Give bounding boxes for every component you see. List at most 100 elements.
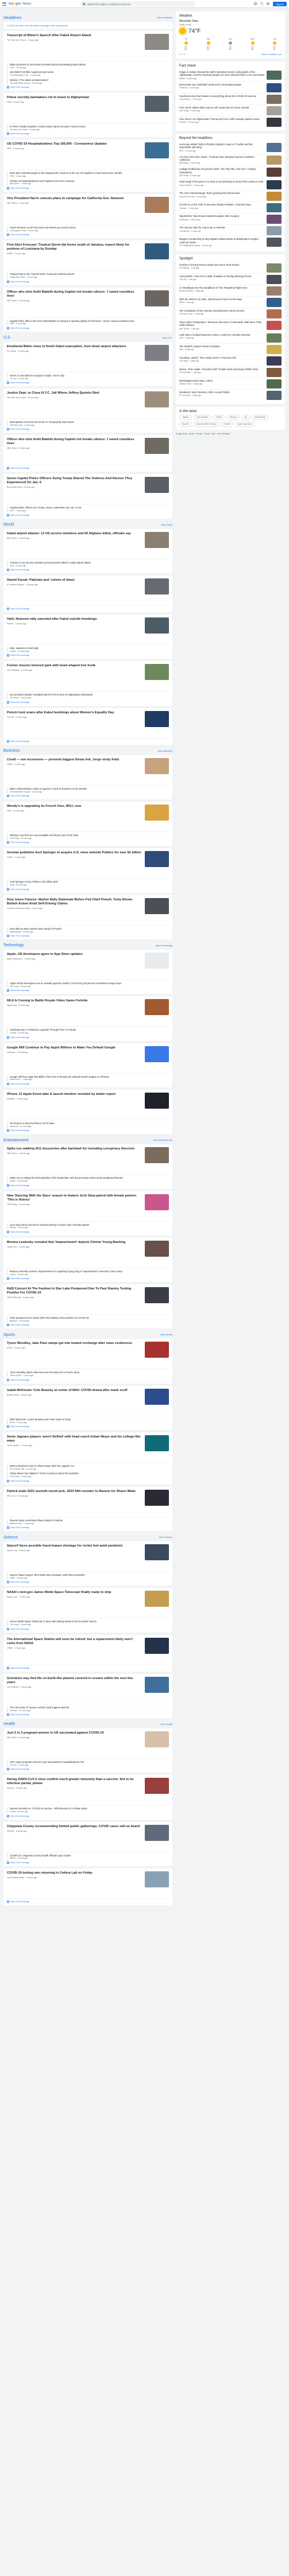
full-coverage-link[interactable]: View Full Coverage — [7, 1277, 169, 1280]
story-thumbnail[interactable] — [145, 710, 169, 727]
fact-check-item[interactable]: Facebook viral chart leads to wrong thin… — [179, 94, 282, 105]
related-story[interactable]: COVID-19 hospitalizations reach highest … — [7, 179, 169, 186]
related-story[interactable]: At least 13 US service members among doz… — [7, 561, 169, 568]
full-coverage-link[interactable]: View Full Coverage — [7, 888, 169, 891]
story-thumbnail[interactable] — [145, 664, 169, 681]
beyond-headlines-item[interactable]: 'Big Brother' Star Shares Medical Update… — [179, 213, 282, 226]
spotlight-item-thumbnail[interactable] — [267, 286, 282, 296]
topic-chip[interactable]: Apple App Store — [235, 421, 255, 427]
section-title[interactable]: Technology — [3, 943, 24, 947]
topic-chip[interactable]: Axel Springer — [194, 414, 211, 420]
story-thumbnail[interactable] — [145, 290, 169, 306]
full-coverage-link[interactable]: View Full Coverage — [7, 934, 169, 937]
story-thumbnail[interactable] — [145, 344, 169, 361]
full-coverage-link[interactable]: View Full Coverage — [7, 133, 169, 135]
related-story[interactable]: Metropolitan Correctional Center To 'Tem… — [7, 421, 169, 428]
full-coverage-link[interactable]: View Full Coverage — [7, 569, 169, 572]
story-thumbnail[interactable] — [145, 757, 169, 774]
fact-check-title[interactable]: Fact check — [179, 64, 282, 68]
beyond-headlines-item-thumbnail[interactable] — [267, 180, 282, 190]
beyond-headlines-item-thumbnail[interactable] — [267, 192, 282, 201]
story-thumbnail[interactable] — [145, 391, 169, 408]
beyond-headlines-item-thumbnail[interactable] — [267, 155, 282, 165]
full-coverage-link[interactable]: View Full Coverage — [7, 86, 169, 88]
story-thumbnail[interactable] — [145, 1637, 169, 1654]
spotlight-item-thumbnail[interactable] — [267, 275, 282, 285]
related-story[interactable]: Gavin Newsom recall: Key facts and stori… — [7, 226, 169, 233]
weather-location[interactable]: Mountain View — [179, 20, 198, 23]
full-coverage-link[interactable]: View Full Coverage — [7, 701, 169, 704]
beyond-headlines-item[interactable]: The new 'Gamechanger' that's growing the… — [179, 191, 282, 203]
fact-check-item-thumbnail[interactable] — [267, 83, 282, 92]
full-coverage-link[interactable]: View Full Coverage — [7, 1129, 169, 1132]
topic-chip[interactable]: Jaguars — [179, 414, 192, 420]
beyond-headlines-item-thumbnail[interactable] — [267, 168, 282, 177]
related-story[interactable]: Google Will Pay Apple $15 Billion This Y… — [7, 1075, 169, 1082]
related-story[interactable]: Wendy's new fries are now available and … — [7, 834, 169, 841]
full-coverage-link[interactable]: View Full Coverage — [7, 1378, 169, 1381]
story-thumbnail[interactable] — [145, 1147, 169, 1164]
beyond-headlines-item[interactable]: 1-9 new York City's Oasis - Protests hav… — [179, 154, 282, 167]
story-thumbnail[interactable] — [145, 477, 169, 494]
spotlight-item-thumbnail[interactable] — [267, 356, 282, 366]
related-story[interactable]: Biden promises to hunt down terrorists b… — [7, 63, 169, 70]
related-story[interactable]: Capitol Police officer who shot Ashli Ba… — [7, 319, 169, 326]
fact-check-item[interactable]: Democrats say 'Unlimited' protects for v… — [179, 82, 282, 94]
beyond-headlines-item[interactable]: Hurricane Idalia? Why is Florida Virgini… — [179, 142, 282, 154]
story-thumbnail[interactable] — [145, 805, 169, 821]
footer-links[interactable]: Google News · About · Privacy · Terms · … — [176, 433, 285, 436]
full-coverage-link[interactable]: View Full Coverage — [7, 1184, 169, 1187]
full-coverage-link[interactable]: View Full Coverage — [7, 795, 169, 797]
spotlight-title[interactable]: Spotlight — [179, 257, 282, 261]
related-story[interactable]: The new class of 'hycean' worlds could s… — [7, 1705, 169, 1712]
full-coverage-link[interactable]: View Full Coverage — [7, 1768, 169, 1771]
story-thumbnail[interactable] — [145, 1489, 169, 1506]
related-story[interactable]: Tropical Storm Ida: Tropical storm, hurr… — [7, 273, 169, 279]
section-title[interactable]: Science — [3, 1536, 18, 1540]
sign-in-button[interactable]: Sign in — [273, 2, 287, 6]
related-story[interactable]: ISIS-K is now Biden's scourge in Kabul. … — [7, 374, 169, 381]
spotlight-item-thumbnail[interactable] — [267, 379, 282, 388]
beyond-headlines-title[interactable]: Beyond the headlines — [179, 137, 282, 140]
story-thumbnail[interactable] — [145, 1591, 169, 1607]
full-coverage-link[interactable]: View Full Coverage — [7, 514, 169, 516]
full-coverage-link[interactable]: View Full Coverage — [7, 327, 169, 329]
spotlight-item-thumbnail[interactable] — [267, 321, 282, 331]
full-coverage-link[interactable]: View Full Coverage — [7, 1666, 169, 1669]
google-news-logo[interactable]: Google News — [9, 2, 31, 6]
gear-icon[interactable] — [260, 2, 263, 5]
fact-check-item-thumbnail[interactable] — [267, 94, 282, 104]
section-more-link[interactable]: More Technology — [156, 945, 172, 947]
story-thumbnail[interactable] — [145, 1824, 169, 1841]
topic-chip[interactable]: Dancing With the Stars — [193, 421, 219, 427]
full-coverage-link[interactable]: View Full Coverage — [7, 428, 169, 431]
beyond-headlines-item-thumbnail[interactable] — [267, 238, 282, 247]
full-coverage-link[interactable]: View Full Coverage — [7, 1082, 169, 1085]
spotlight-item[interactable]: 17 Weddings Into The Deadlines Of The Pa… — [179, 285, 282, 297]
spotlight-item[interactable]: Mississippi's Best Way: Cotton Garden & G… — [179, 378, 282, 390]
section-more-link[interactable]: More Entertainment — [153, 1139, 172, 1141]
full-coverage-link[interactable]: View Full Coverage — [7, 1425, 169, 1428]
spotlight-item[interactable]: With the Wind in Its Sails, Sail Drones … — [179, 297, 282, 309]
fact-check-item[interactable]: Fact check: Biden didn't say he will 'cr… — [179, 105, 282, 116]
spotlight-item-thumbnail[interactable] — [267, 390, 282, 400]
spotlight-item[interactable]: Rendered: San Francisco, 8th in Local Po… — [179, 390, 282, 401]
section-title[interactable]: Sports — [3, 1333, 15, 1337]
related-story[interactable]: JoJo Siwa will be the first in Dancing h… — [7, 1223, 169, 1230]
story-thumbnail[interactable] — [145, 438, 169, 454]
related-story[interactable]: Apple will let developers use an outside… — [7, 981, 169, 989]
full-coverage-link[interactable]: View Full Coverage — [7, 1479, 169, 1482]
related-story[interactable]: Celebrate MLA's 'Pokémon Legends' Throug… — [7, 1028, 169, 1035]
section-title[interactable]: U.S. — [3, 336, 11, 340]
section-title[interactable]: Headlines — [3, 16, 21, 20]
spotlight-item-thumbnail[interactable] — [267, 333, 282, 343]
related-story[interactable]: Tyron Woodley slams Jake Paul over knock… — [7, 1371, 169, 1378]
section-more-link[interactable]: More Health — [160, 1723, 172, 1726]
related-story[interactable]: Urban Meyer has 'talked to' Trevor Lawre… — [7, 1472, 169, 1479]
story-thumbnail[interactable] — [145, 1778, 169, 1794]
story-thumbnail[interactable] — [145, 243, 169, 260]
related-story[interactable]: Ravens trade cornerback Shaun Wade to Pa… — [7, 1518, 169, 1525]
spotlight-item[interactable]: Tokyo 2021 Paralympics: 'Emerson' Become… — [179, 320, 282, 332]
story-thumbnail[interactable] — [145, 617, 169, 634]
story-thumbnail[interactable] — [145, 196, 169, 213]
